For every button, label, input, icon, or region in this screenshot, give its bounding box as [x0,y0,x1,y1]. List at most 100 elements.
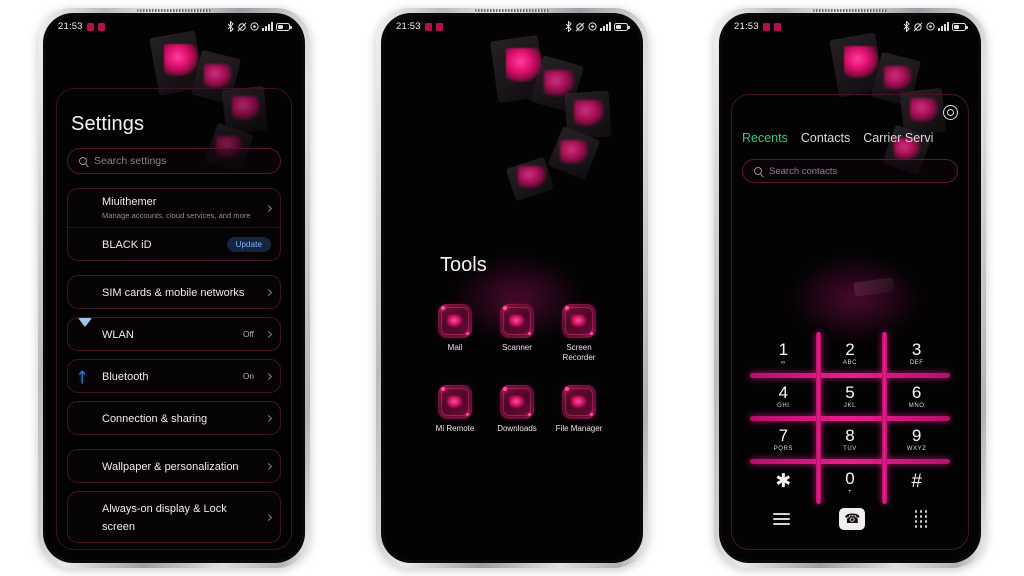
settings-row-sim-cards[interactable]: SIM cards & mobile networks [68,276,280,308]
app-item-scanner[interactable]: Scanner [486,304,548,363]
bluetooth-icon [565,21,572,32]
dialpad-key-2[interactable]: 2 ABC [817,332,884,375]
alarm-icon [926,22,935,31]
dialpad-key-4[interactable]: 4 GHI [750,375,817,418]
bluetooth-icon [227,21,234,32]
chevron-right-icon [264,414,273,422]
dialpad-key-8[interactable]: 8 TUV [817,418,884,461]
dialpad-key-3[interactable]: 3 DEF [883,332,950,375]
dialpad-key-star[interactable]: ✱ [750,461,817,504]
settings-row-label: BLACK iD [102,239,152,252]
battery-icon [614,22,630,31]
alarm-icon [588,22,597,31]
dialpad-key-hash[interactable]: # [883,461,950,504]
settings-row-wlan[interactable]: WLAN Off [68,318,280,350]
phone-device-settings: 21:53 Settings Search settings Miuitheme… [38,8,310,568]
settings-row-black-id[interactable]: BLACK iD Update [68,228,280,260]
settings-row-connection-sharing[interactable]: Connection & sharing [68,402,280,434]
settings-row-wallpaper[interactable]: Wallpaper & personalization [68,450,280,482]
search-input[interactable]: Search settings [67,148,281,174]
tab-recents[interactable]: Recents [742,131,788,145]
key-number: ✱ [775,471,792,492]
dialpad-icon[interactable] [914,510,928,528]
app-grid: Mail Scanner Screen Recorder Mi Remote D… [424,304,610,434]
connection-sharing-icon [78,411,93,426]
settings-row-miuithemer[interactable]: Miuithemer Manage accounts, cloud servic… [68,189,280,229]
key-sublabel: MNO [908,403,925,409]
settings-row-label: WLAN [102,329,134,342]
call-icon[interactable]: ☎ [839,508,866,530]
app-label: Mi Remote [435,424,475,433]
dialpad-key-7[interactable]: 7 PQRS [750,418,817,461]
dialpad-key-9[interactable]: 9 WXYZ [883,418,950,461]
app-label: Downloads [497,424,537,433]
earpiece-speaker [813,9,887,12]
file-manager-app-icon [562,385,596,419]
key-number: 4 [778,383,789,402]
app-item-screen-recorder[interactable]: Screen Recorder [548,304,610,363]
dialpad-key-6[interactable]: 6 MNO [883,375,950,418]
settings-row-always-on-display[interactable]: Always-on display & Lock screen [68,492,280,542]
notification-icon [424,22,432,31]
battery-icon [276,22,292,31]
search-placeholder: Search contacts [769,165,838,177]
phone-bezel: 21:53 Recents Contacts Carrier Servi Sea… [719,13,981,563]
app-label: Screen Recorder [562,343,596,362]
search-icon [754,167,762,175]
phone3-screen: 21:53 Recents Contacts Carrier Servi Sea… [722,16,978,560]
key-sublabel: WXYZ [906,446,927,452]
key-number: 8 [845,426,855,445]
menu-icon[interactable] [772,510,790,528]
settings-row-sublabel: Manage accounts, cloud services, and mor… [102,210,251,220]
phone-device-dialer: 21:53 Recents Contacts Carrier Servi Sea… [714,8,986,568]
search-placeholder: Search settings [94,155,167,167]
app-item-downloads[interactable]: Downloads [486,385,548,434]
search-icon [79,157,87,165]
phone2-screen: 21:53 Tools Mail Scanner Screen Recorder… [384,16,640,560]
vibrate-icon [575,22,585,31]
status-bar-left: 21:53 [396,21,443,32]
dialpad-key-1[interactable]: 1 ∞ [750,332,817,375]
page-title: Settings [71,113,145,135]
settings-group: Wallpaper & personalization [67,449,281,484]
update-badge[interactable]: Update [226,236,271,252]
gear-icon[interactable] [943,105,958,120]
dialpad-key-5[interactable]: 5 JKL [817,375,884,418]
screen-recorder-app-icon [562,304,596,338]
mail-app-icon [438,304,472,338]
key-number: 6 [911,383,922,402]
settings-group: Miuithemer Manage accounts, cloud servic… [67,188,281,262]
phone1-screen: 21:53 Settings Search settings Miuitheme… [46,16,302,560]
settings-row-value: On [242,371,254,382]
key-sublabel: DEF [909,360,924,366]
app-item-file-manager[interactable]: File Manager [548,385,610,434]
chevron-right-icon [264,204,273,212]
downloads-app-icon [500,385,534,419]
key-sublabel: + [847,489,853,495]
earpiece-speaker [475,9,549,12]
chevron-right-icon [264,462,273,470]
app-item-mail[interactable]: Mail [424,304,486,363]
key-number: 5 [845,383,855,402]
dialpad-key-0[interactable]: 0 + [817,461,884,504]
chevron-right-icon [264,513,273,521]
status-bar-right [565,21,630,32]
mi-remote-app-icon [438,385,472,419]
app-folder: Tools Mail Scanner Screen Recorder Mi Re… [384,16,640,560]
status-time: 21:53 [734,21,759,32]
settings-row-bluetooth[interactable]: ᛏ Bluetooth On [68,360,280,392]
tab-carrier-services[interactable]: Carrier Servi [863,131,933,145]
bluetooth-icon [903,21,910,32]
phone-device-folder: 21:53 Tools Mail Scanner Screen Recorder… [376,8,648,568]
chevron-right-icon [264,330,273,338]
lock-screen-icon [78,510,93,525]
app-item-mi-remote[interactable]: Mi Remote [424,385,486,434]
battery-icon [952,22,968,31]
tab-contacts[interactable]: Contacts [801,131,850,145]
settings-row-value: Off [242,329,254,340]
earpiece-speaker [137,9,211,12]
status-bar: 21:53 [722,16,978,37]
search-contacts-input[interactable]: Search contacts [742,159,958,183]
status-time: 21:53 [58,21,83,32]
status-bar-left: 21:53 [58,21,105,32]
